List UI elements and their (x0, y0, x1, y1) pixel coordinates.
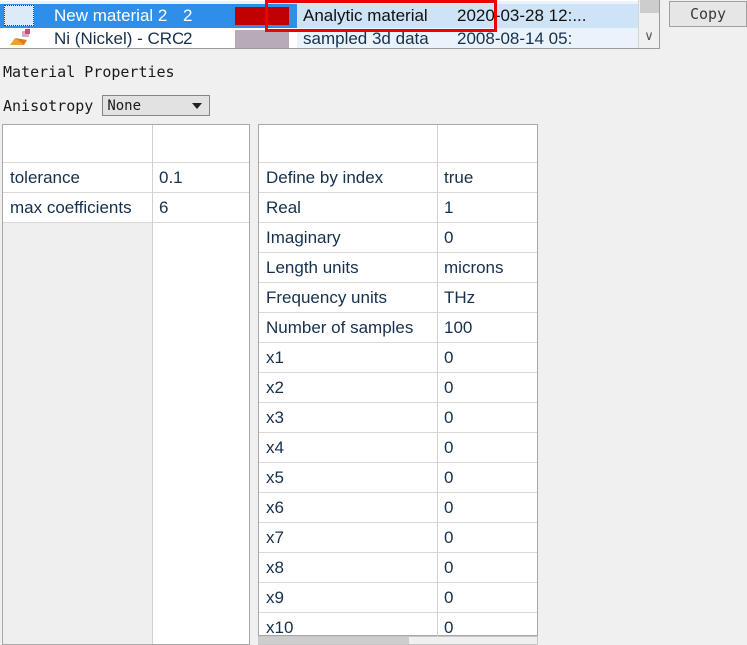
property-name: Frequency units (259, 283, 437, 313)
property-name: x4 (259, 433, 437, 463)
table-row[interactable]: Number of samples 100 (259, 313, 537, 343)
list-item-new-material-2[interactable]: New material 2 2 Analytic material 2020-… (0, 4, 659, 28)
table-header-key (259, 125, 437, 163)
color-swatch (235, 30, 289, 48)
property-name: x8 (259, 553, 437, 583)
table-header-row (259, 125, 537, 163)
chevron-down-icon[interactable] (192, 103, 203, 109)
property-value[interactable]: 0 (437, 463, 537, 493)
property-name: x1 (259, 343, 437, 373)
table-row[interactable]: x9 0 (259, 583, 537, 613)
table-row[interactable]: x5 0 (259, 463, 537, 493)
scrollbar-thumb[interactable] (259, 637, 409, 644)
property-name: x3 (259, 403, 437, 433)
anisotropy-row: Anisotropy None (3, 95, 211, 116)
property-name: x6 (259, 493, 437, 523)
table-row[interactable]: x7 0 (259, 523, 537, 553)
table-header-key (3, 125, 152, 163)
property-value[interactable]: 1 (437, 193, 537, 223)
table-row[interactable]: tolerance 0.1 (3, 163, 249, 193)
property-value[interactable]: 0 (437, 553, 537, 583)
page-title: Material Properties (3, 63, 175, 81)
table-header-row (3, 125, 249, 163)
property-name: x5 (259, 463, 437, 493)
property-value[interactable]: 0 (437, 523, 537, 553)
property-value[interactable]: true (437, 163, 537, 193)
property-value[interactable]: 0 (437, 433, 537, 463)
table-row[interactable]: Frequency units THz (259, 283, 537, 313)
list-item-name: New material 2 (54, 6, 168, 25)
list-item-ni-nickel-crc[interactable]: Ni (Nickel) - CRC 2 sampled 3d data 2008… (0, 27, 659, 48)
copy-button[interactable]: Copy (669, 1, 747, 27)
property-value[interactable]: 0.1 (152, 163, 249, 193)
table-row[interactable]: x4 0 (259, 433, 537, 463)
property-value[interactable]: microns (437, 253, 537, 283)
fit-properties-table[interactable]: tolerance 0.1 max coefficients 6 (2, 124, 250, 645)
property-name: Imaginary (259, 223, 437, 253)
material-pencil-icon (10, 29, 30, 45)
property-name: x7 (259, 523, 437, 553)
table-header-value (152, 125, 249, 163)
table-row[interactable]: Define by index true (259, 163, 537, 193)
list-vertical-scrollbar[interactable]: ∨ (638, 0, 659, 48)
property-value[interactable]: THz (437, 283, 537, 313)
property-name: tolerance (3, 163, 152, 193)
anisotropy-dropdown[interactable]: None (102, 95, 211, 116)
property-value[interactable]: 0 (437, 403, 537, 433)
property-value[interactable]: 0 (437, 493, 537, 523)
table-row[interactable]: x1 0 (259, 343, 537, 373)
table-row[interactable]: x3 0 (259, 403, 537, 433)
list-item-date: 2020-03-28 12:... (457, 4, 659, 28)
property-name: x2 (259, 373, 437, 403)
table-row[interactable]: Length units microns (259, 253, 537, 283)
material-list[interactable]: New material 2 2 Analytic material 2020-… (0, 0, 660, 49)
property-value[interactable]: 6 (152, 193, 249, 223)
table-row[interactable]: Imaginary 0 (259, 223, 537, 253)
table-empty-area (3, 223, 152, 644)
analytic-properties-table[interactable]: Define by index true Real 1 Imaginary 0 Length… (258, 124, 538, 643)
color-swatch-cell[interactable] (227, 4, 297, 28)
color-swatch-cell[interactable] (227, 27, 297, 48)
material-icon-cell (0, 27, 38, 48)
color-swatch (235, 7, 289, 25)
list-item-date: 2008-08-14 05: (457, 28, 659, 48)
list-item-type: sampled 3d data (297, 28, 457, 48)
focus-rectangle (4, 5, 34, 26)
material-icon-cell (0, 4, 38, 28)
table-row[interactable]: x2 0 (259, 373, 537, 403)
table-row[interactable]: Real 1 (259, 193, 537, 223)
property-name: max coefficients (3, 193, 152, 223)
chevron-down-icon[interactable]: ∨ (639, 25, 659, 47)
list-item-index: 2 (183, 29, 193, 48)
table-header-value (437, 125, 537, 163)
table-empty-area-values (152, 223, 249, 644)
property-name: Define by index (259, 163, 437, 193)
anisotropy-label: Anisotropy (3, 96, 94, 115)
analytic-table-horizontal-scrollbar[interactable] (258, 636, 538, 645)
table-row[interactable]: x6 0 (259, 493, 537, 523)
list-item-type: Analytic material (297, 4, 457, 28)
property-name: Number of samples (259, 313, 437, 343)
property-name: Length units (259, 253, 437, 283)
scrollbar-thumb[interactable] (640, 0, 659, 13)
property-value[interactable]: 0 (437, 223, 537, 253)
property-name: x9 (259, 583, 437, 613)
table-row[interactable]: max coefficients 6 (3, 193, 249, 223)
table-row[interactable]: x8 0 (259, 553, 537, 583)
list-item-name: Ni (Nickel) - CRC (54, 29, 183, 48)
list-item-index: 2 (183, 6, 193, 25)
property-value[interactable]: 100 (437, 313, 537, 343)
property-name: Real (259, 193, 437, 223)
property-value[interactable]: 0 (437, 343, 537, 373)
anisotropy-value: None (107, 97, 142, 114)
property-value[interactable]: 0 (437, 373, 537, 403)
property-value[interactable]: 0 (437, 583, 537, 613)
